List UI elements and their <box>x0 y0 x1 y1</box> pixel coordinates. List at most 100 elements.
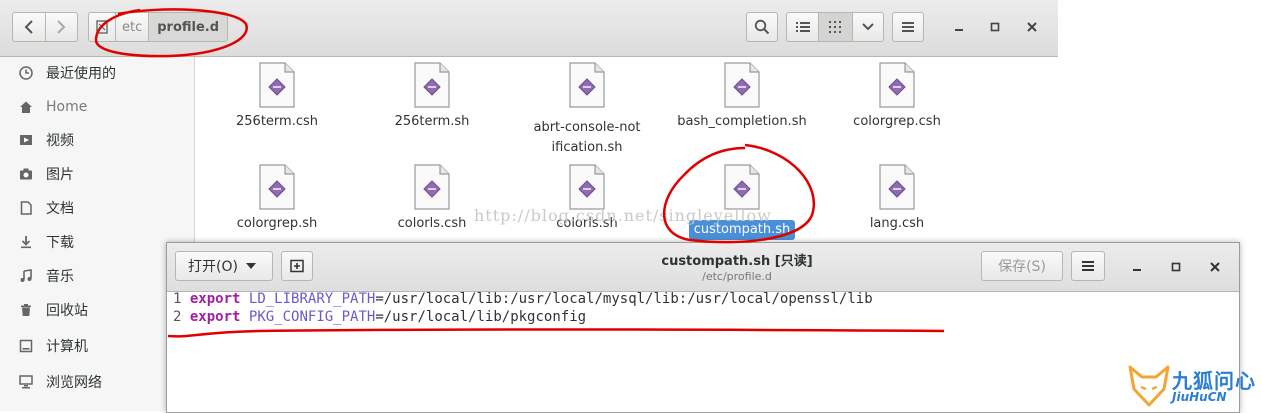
script-file-icon <box>569 164 605 210</box>
list-view-button[interactable] <box>787 13 820 41</box>
keyword: export <box>189 291 241 307</box>
open-button-label: 打开(O) <box>188 259 238 275</box>
search-button[interactable] <box>746 12 778 42</box>
script-file-icon <box>879 164 915 210</box>
file-item[interactable]: colorgrep.sh <box>202 164 352 234</box>
file-name: 256term.csh <box>236 114 318 129</box>
chevron-down-icon <box>862 23 874 31</box>
file-name: bash_completion.sh <box>677 114 807 129</box>
script-file-icon <box>879 62 915 108</box>
sidebar-item-pictures[interactable]: 图片 <box>0 159 194 189</box>
file-manager-header: etc profile.d <box>0 0 1058 57</box>
editor-title: custompath.sh [只读] <box>661 254 813 269</box>
close-icon <box>1027 22 1037 32</box>
sidebar-item-computer[interactable]: 计算机 <box>0 331 194 361</box>
document-icon <box>18 200 34 216</box>
close-button[interactable] <box>1022 17 1042 37</box>
open-button[interactable]: 打开(O) <box>175 251 273 281</box>
editor-text-area[interactable]: 1 export LD_LIBRARY_PATH=/usr/local/lib:… <box>167 291 1239 412</box>
back-button[interactable] <box>13 13 46 41</box>
file-item[interactable]: bash_completion.sh <box>667 62 817 132</box>
sidebar-item-videos[interactable]: 视频 <box>0 125 194 155</box>
sidebar-item-network[interactable]: 浏览网络 <box>0 367 194 397</box>
editor-minimize-button[interactable] <box>1127 257 1147 277</box>
forward-button[interactable] <box>46 13 78 41</box>
file-item[interactable]: 256term.sh <box>357 62 507 132</box>
sidebar-item-music[interactable]: 音乐 <box>0 261 194 291</box>
variable-value: =/usr/local/lib/pkgconfig <box>375 309 587 325</box>
sidebar-item-label: 文档 <box>46 201 74 217</box>
variable-value: =/usr/local/lib:/usr/local/mysql/lib:/us… <box>375 291 873 307</box>
menu-button[interactable] <box>892 12 924 42</box>
file-name: lang.csh <box>869 216 925 231</box>
file-item[interactable]: custompath.sh <box>667 164 817 240</box>
history-nav <box>12 12 78 42</box>
grid-icon <box>829 21 842 33</box>
sidebar-item-recent[interactable]: 最近使用的 <box>0 58 194 88</box>
sidebar-item-home[interactable]: Home <box>0 92 194 122</box>
file-name: abrt-console-notification.sh <box>533 120 641 155</box>
trash-icon <box>18 302 34 318</box>
sidebar-item-label: 音乐 <box>46 269 74 285</box>
sidebar-item-downloads[interactable]: 下载 <box>0 227 194 257</box>
watermark: http://blog.csdn.net/singleyellow <box>474 206 772 225</box>
variable-name: LD_LIBRARY_PATH <box>248 291 376 307</box>
code-line: 2 export PKG_CONFIG_PATH=/usr/local/lib/… <box>173 309 586 327</box>
sidebar-item-label: 浏览网络 <box>46 375 102 391</box>
computer-icon <box>18 338 34 354</box>
editor-header: 打开(O) custompath.sh [只读] /etc/profile.d … <box>167 243 1239 292</box>
clock-icon <box>18 65 34 81</box>
script-file-icon <box>724 164 760 210</box>
script-file-icon <box>259 62 295 108</box>
editor-close-button[interactable] <box>1205 257 1225 277</box>
file-item[interactable]: 256term.csh <box>202 62 352 132</box>
sidebar-item-label: 图片 <box>46 167 74 183</box>
download-icon <box>18 234 34 250</box>
sidebar-item-label: 下载 <box>46 235 74 251</box>
music-icon <box>18 268 34 284</box>
minimize-icon <box>1133 269 1141 271</box>
editor-menu-button[interactable] <box>1071 251 1105 281</box>
close-icon <box>1210 262 1220 272</box>
camera-icon <box>18 166 34 182</box>
file-item[interactable]: lang.csh <box>822 164 972 234</box>
editor-maximize-button[interactable] <box>1166 257 1186 277</box>
maximize-button[interactable] <box>985 17 1005 37</box>
file-name: colorgrep.sh <box>236 216 318 231</box>
new-tab-button[interactable] <box>281 251 313 281</box>
path-bar: etc profile.d <box>88 12 229 42</box>
view-switcher <box>786 12 884 42</box>
maximize-icon <box>1171 262 1181 272</box>
keyword: export <box>189 309 241 325</box>
script-file-icon <box>414 164 450 210</box>
sidebar-item-label: Home <box>46 99 88 115</box>
path-segment-current[interactable]: profile.d <box>149 13 228 41</box>
file-item[interactable]: abrt-console-notification.sh <box>512 62 662 158</box>
minimize-button[interactable] <box>949 17 969 37</box>
view-options-button[interactable] <box>853 13 883 41</box>
sidebar-item-label: 计算机 <box>46 339 88 355</box>
video-icon <box>18 132 34 148</box>
sidebar-item-trash[interactable]: 回收站 <box>0 295 194 325</box>
path-segment-etc[interactable]: etc <box>116 13 150 41</box>
logo-text-en: JiuHuCN <box>1172 390 1227 404</box>
grid-view-button[interactable] <box>819 13 853 41</box>
network-icon <box>18 374 34 390</box>
file-name: colorgrep.csh <box>853 114 941 129</box>
path-toggle-button[interactable] <box>89 13 116 41</box>
save-button[interactable]: 保存(S) <box>981 251 1063 281</box>
line-number: 1 <box>173 291 182 307</box>
file-item[interactable]: colorgrep.csh <box>822 62 972 132</box>
code-line: 1 export LD_LIBRARY_PATH=/usr/local/lib:… <box>173 291 873 309</box>
script-file-icon <box>259 164 295 210</box>
sidebar-item-documents[interactable]: 文档 <box>0 193 194 223</box>
file-name: 256term.sh <box>394 114 470 129</box>
text-editor-window: 打开(O) custompath.sh [只读] /etc/profile.d … <box>166 242 1240 413</box>
script-file-icon <box>724 62 760 108</box>
search-icon <box>754 19 770 35</box>
sidebar-item-label: 最近使用的 <box>46 66 116 82</box>
site-logo: 九狐问心 JiuHuCN <box>1128 363 1258 409</box>
home-icon <box>18 99 34 115</box>
line-number: 2 <box>173 309 182 325</box>
chevron-right-icon <box>57 20 66 34</box>
